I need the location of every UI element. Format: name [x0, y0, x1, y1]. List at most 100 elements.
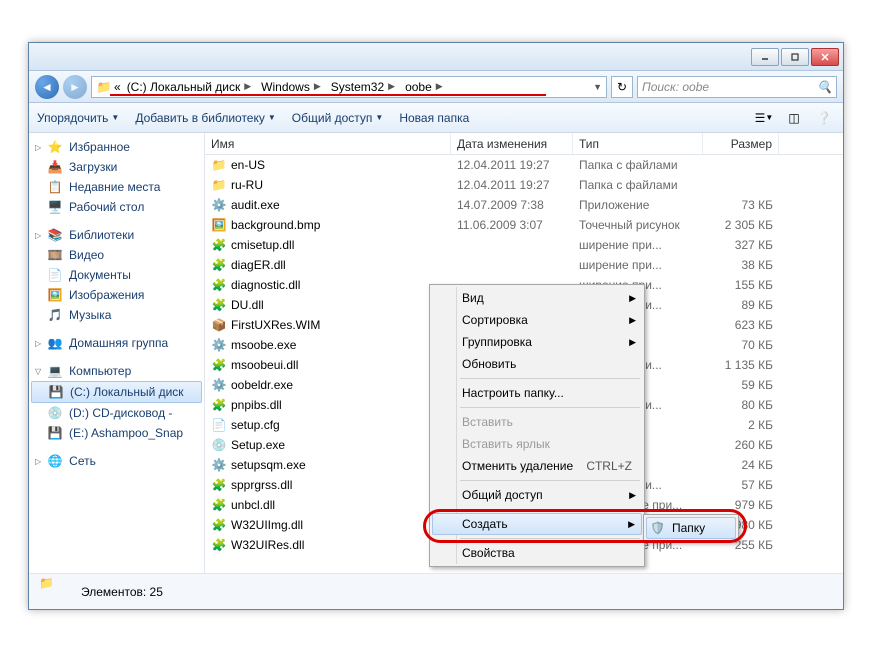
ctx-sort[interactable]: Сортировка▶ [432, 309, 642, 331]
file-size: 260 КБ [703, 438, 779, 452]
file-row[interactable]: 🖼️background.bmp11.06.2009 3:07Точечный … [205, 215, 843, 235]
file-row[interactable]: 📁en-US12.04.2011 19:27Папка с файлами [205, 155, 843, 175]
file-size: 38 КБ [703, 258, 779, 272]
submenu-folder[interactable]: 🛡️ Папку [646, 517, 736, 539]
file-name: msoobe.exe [231, 338, 296, 352]
file-icon: 🧩 [211, 517, 227, 533]
file-icon: ⚙️ [211, 457, 227, 473]
file-icon: 🧩 [211, 537, 227, 553]
file-name: oobeldr.exe [231, 378, 293, 392]
ctx-view[interactable]: Вид▶ [432, 287, 642, 309]
help-button[interactable]: ❔ [813, 108, 835, 128]
col-date[interactable]: Дата изменения [451, 133, 573, 154]
file-size: 70 КБ [703, 338, 779, 352]
sidebar-pictures[interactable]: 🖼️Изображения [29, 285, 204, 305]
ctx-new[interactable]: Создать▶ [432, 513, 642, 535]
sidebar-desktop[interactable]: 🖥️Рабочий стол [29, 197, 204, 217]
sidebar-downloads[interactable]: 📥Загрузки [29, 157, 204, 177]
file-row[interactable]: ⚙️audit.exe14.07.2009 7:38Приложение73 К… [205, 195, 843, 215]
organize-button[interactable]: Упорядочить▼ [37, 111, 119, 125]
new-folder-button[interactable]: Новая папка [399, 111, 469, 125]
file-row[interactable]: 🧩cmisetup.dllширение при...327 КБ [205, 235, 843, 255]
file-row[interactable]: 🧩 diagER.dll ширение при...38 КБ [205, 255, 843, 275]
share-button[interactable]: Общий доступ▼ [292, 111, 384, 125]
maximize-button[interactable] [781, 48, 809, 66]
sidebar-drive-e[interactable]: 💾(E:) Ashampoo_Snap [29, 423, 204, 443]
file-type: ширение при... [573, 238, 703, 252]
file-icon: ⚙️ [211, 337, 227, 353]
ctx-group[interactable]: Группировка▶ [432, 331, 642, 353]
col-size[interactable]: Размер [703, 133, 779, 154]
file-size: 2 305 КБ [703, 218, 779, 232]
breadcrumb[interactable]: 📁 « (C:) Локальный диск▶ Windows▶ System… [91, 76, 607, 98]
file-name: FirstUXRes.WIM [231, 318, 320, 332]
file-icon: ⚙️ [211, 377, 227, 393]
sidebar-network[interactable]: ▷🌐Сеть [29, 451, 204, 471]
sidebar-favorites[interactable]: ▷⭐Избранное [29, 137, 204, 157]
file-icon: ⚙️ [211, 197, 227, 213]
ctx-refresh[interactable]: Обновить [432, 353, 642, 375]
view-mode-button[interactable]: ☰ ▼ [753, 108, 775, 128]
sidebar-drive-d[interactable]: 💿(D:) CD-дисковод - [29, 403, 204, 423]
file-size: 1 135 КБ [703, 358, 779, 372]
ctx-properties[interactable]: Свойства [432, 542, 642, 564]
file-type: Точечный рисунок [573, 218, 703, 232]
sidebar-homegroup[interactable]: ▷👥Домашняя группа [29, 333, 204, 353]
forward-button[interactable]: ► [63, 75, 87, 99]
sidebar-documents[interactable]: 📄Документы [29, 265, 204, 285]
file-icon: 📦 [211, 317, 227, 333]
sidebar-computer[interactable]: ▽💻Компьютер [29, 361, 204, 381]
file-type: Приложение [573, 198, 703, 212]
status-text: Элементов: 25 [81, 585, 163, 599]
file-icon: 🧩 [211, 397, 227, 413]
ctx-customize[interactable]: Настроить папку... [432, 382, 642, 404]
sidebar: ▷⭐Избранное 📥Загрузки 📋Недавние места 🖥️… [29, 133, 205, 573]
breadcrumb-dropdown[interactable]: ▼ [593, 82, 602, 92]
sidebar-libraries[interactable]: ▷📚Библиотеки [29, 225, 204, 245]
file-name: unbcl.dll [231, 498, 275, 512]
col-type[interactable]: Тип [573, 133, 703, 154]
sidebar-music[interactable]: 🎵Музыка [29, 305, 204, 325]
folder-icon: 📁 [39, 576, 71, 608]
ctx-undo-delete[interactable]: Отменить удалениеCTRL+Z [432, 455, 642, 477]
file-name: Setup.exe [231, 438, 285, 452]
add-to-library-button[interactable]: Добавить в библиотеку▼ [135, 111, 275, 125]
sidebar-drive-c[interactable]: 💾(C:) Локальный диск [31, 381, 202, 403]
file-icon: 🧩 [211, 237, 227, 253]
file-name: diagER.dll [231, 258, 286, 272]
file-name: ru-RU [231, 178, 263, 192]
sidebar-videos[interactable]: 🎞️Видео [29, 245, 204, 265]
file-icon: 📁 [211, 177, 227, 193]
file-date: 14.07.2009 7:38 [451, 198, 573, 212]
status-bar: 📁 Элементов: 25 [29, 573, 843, 609]
file-icon: 📁 [211, 157, 227, 173]
file-size: 59 КБ [703, 378, 779, 392]
file-icon: 🧩 [211, 497, 227, 513]
shield-icon: 🛡️ [650, 521, 664, 535]
sidebar-recent[interactable]: 📋Недавние места [29, 177, 204, 197]
folder-icon: 📁 [96, 79, 112, 95]
file-date: 12.04.2011 19:27 [451, 178, 573, 192]
ctx-paste: Вставить [432, 411, 642, 433]
back-button[interactable]: ◄ [35, 75, 59, 99]
ctx-share[interactable]: Общий доступ▶ [432, 484, 642, 506]
file-type: ширение при... [573, 258, 703, 272]
file-icon: 🧩 [211, 257, 227, 273]
file-size: 73 КБ [703, 198, 779, 212]
search-input[interactable]: Поиск: oobe 🔍 [637, 76, 837, 98]
file-type: Папка с файлами [573, 178, 703, 192]
file-row[interactable]: 📁 ru-RU 12.04.2011 19:27Папка с файлами [205, 175, 843, 195]
preview-pane-button[interactable]: ◫ [783, 108, 805, 128]
file-size: 2 КБ [703, 418, 779, 432]
file-date: 12.04.2011 19:27 [451, 158, 573, 172]
explorer-window: ◄ ► 📁 « (C:) Локальный диск▶ Windows▶ Sy… [28, 42, 844, 610]
file-date: 11.06.2009 3:07 [451, 218, 573, 232]
file-name: msoobeui.dll [231, 358, 298, 372]
col-name[interactable]: Имя [205, 133, 451, 154]
refresh-button[interactable]: ↻ [611, 76, 633, 98]
minimize-button[interactable] [751, 48, 779, 66]
file-icon: 🧩 [211, 357, 227, 373]
file-name: pnpibs.dll [231, 398, 282, 412]
close-button[interactable] [811, 48, 839, 66]
file-size: 155 КБ [703, 278, 779, 292]
